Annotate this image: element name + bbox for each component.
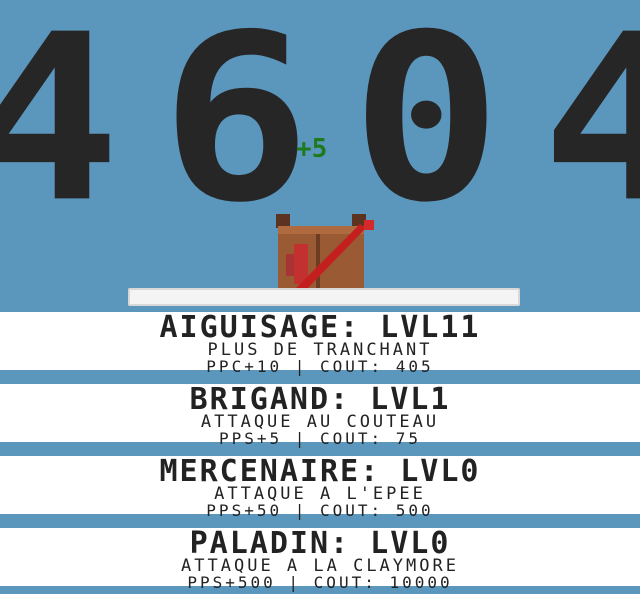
upgrade-paladin[interactable]: PALADIN: LVL0 ATTAQUE A LA CLAYMORE PPS+… <box>0 528 640 592</box>
upgrade-price: PPS+50 | COUT: 500 <box>206 501 434 520</box>
upgrade-title: AIGUISAGE: LVL11 <box>159 310 481 345</box>
upgrade-mercenaire[interactable]: MERCENAIRE: LVL0 ATTAQUE A L'EPEE PPS+50… <box>0 456 640 520</box>
pouch-shelf <box>128 288 520 306</box>
upgrade-brigand[interactable]: BRIGAND: LVL1 ATTAQUE AU COUTEAU PPS+5 |… <box>0 384 640 448</box>
upgrade-price: PPS+5 | COUT: 75 <box>218 429 422 448</box>
upgrade-title: MERCENAIRE: LVL0 <box>159 454 481 489</box>
upgrade-price: PPC+10 | COUT: 405 <box>206 357 434 376</box>
click-gain-popup: +5 <box>296 134 328 164</box>
money-pouch-icon[interactable] <box>276 214 380 294</box>
upgrade-aiguisage[interactable]: AIGUISAGE: LVL11 PLUS DE TRANCHANT PPC+1… <box>0 312 640 376</box>
score-counter: 4604 <box>0 0 640 253</box>
upgrade-title: PALADIN: LVL0 <box>189 526 451 561</box>
game-area: 4604 +5 <box>0 0 640 312</box>
upgrade-price: PPS+500 | COUT: 10000 <box>187 573 453 592</box>
upgrade-title: BRIGAND: LVL1 <box>189 382 451 417</box>
